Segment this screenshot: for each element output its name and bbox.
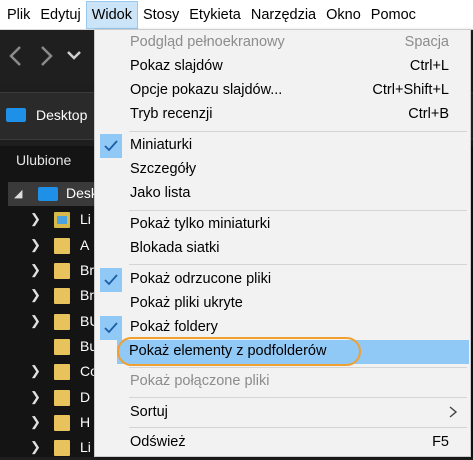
chevron-right-icon[interactable]: ❯: [30, 287, 41, 303]
forward-icon[interactable]: [36, 44, 56, 68]
chevron-right-icon[interactable]: ❯: [30, 414, 41, 430]
menu-item-as-list[interactable]: Jako lista: [96, 182, 469, 206]
tree-row-label: A: [80, 237, 90, 253]
tree-row-label: D: [80, 389, 91, 405]
panel-title[interactable]: Ulubione: [16, 152, 71, 168]
chevron-right-icon[interactable]: ❯: [30, 363, 41, 379]
tree-row-label: Br: [80, 262, 94, 278]
menu-separator: [129, 427, 467, 428]
checkmark-icon: [100, 316, 122, 340]
menu-item-review-mode[interactable]: Tryb recenzji Ctrl+B: [96, 103, 469, 127]
menu-item-shortcut: F5: [432, 434, 449, 450]
checkmark-icon: [100, 268, 122, 292]
menu-item-show-folders[interactable]: Pokaż foldery: [96, 316, 469, 340]
menu-plik[interactable]: Plik: [2, 1, 35, 29]
menu-item-label: Miniaturki: [130, 137, 193, 153]
folder-icon: [54, 288, 70, 304]
menu-item-label: Jako lista: [130, 185, 191, 201]
menu-narzedzia[interactable]: Narzędzia: [246, 1, 321, 29]
menu-item-slideshow[interactable]: Pokaz slajdów Ctrl+L: [96, 55, 469, 79]
menu-separator: [129, 131, 467, 132]
checkmark-icon: [100, 134, 122, 158]
menu-widok[interactable]: Widok: [85, 0, 138, 29]
menu-pomoc[interactable]: Pomoc: [366, 1, 421, 29]
menu-item-label: Pokaż pliki ukryte: [130, 295, 243, 311]
menubar: Plik Edytuj Widok Stosy Etykieta Narzędz…: [0, 0, 473, 30]
chevron-down-icon[interactable]: [66, 48, 86, 72]
menu-item-fullscreen-preview: Podgląd pełnoekranowy Spacja: [96, 31, 469, 55]
tree-row-label: Li: [80, 211, 91, 227]
menu-item-show-subfolder-items[interactable]: Pokaż elementy z podfolderów: [117, 340, 469, 364]
view-dropdown-menu: Podgląd pełnoekranowy Spacja Pokaz slajd…: [94, 29, 471, 457]
menu-etykieta[interactable]: Etykieta: [184, 1, 246, 29]
expanded-arrow-icon[interactable]: ◢: [14, 187, 22, 200]
menu-separator: [129, 264, 467, 265]
chevron-right-icon[interactable]: ❯: [30, 211, 41, 227]
path-label[interactable]: Desktop: [36, 107, 87, 123]
menu-item-label: Pokaż elementy z podfolderów: [129, 343, 327, 359]
menu-item-shortcut: Spacja: [404, 34, 449, 50]
menu-item-details[interactable]: Szczegóły: [96, 158, 469, 182]
menu-item-thumbnails[interactable]: Miniaturki: [96, 134, 469, 158]
desktop-icon: [38, 187, 58, 201]
submenu-arrow-icon: [447, 405, 459, 419]
menu-okno[interactable]: Okno: [321, 1, 366, 29]
menu-item-label: Opcje pokazu slajdów...: [130, 82, 283, 98]
menu-item-label: Pokaż foldery: [130, 319, 218, 335]
folder-icon: [54, 440, 70, 456]
menu-item-shortcut: Ctrl+L: [409, 58, 449, 74]
menu-item-label: Pokaż tylko miniaturki: [130, 216, 271, 232]
menu-item-label: Pokaż odrzucone pliki: [130, 271, 272, 287]
menu-item-grid-lock[interactable]: Blokada siatki: [96, 237, 469, 261]
folder-icon: [54, 364, 70, 380]
folder-icon: [54, 339, 70, 355]
menu-item-label: Blokada siatki: [130, 240, 220, 256]
menu-item-label: Odśwież: [130, 434, 186, 450]
back-icon[interactable]: [6, 44, 26, 68]
menu-item-label: Pokaz slajdów: [130, 58, 223, 74]
menu-stosy[interactable]: Stosy: [138, 1, 184, 29]
menu-item-show-rejected[interactable]: Pokaż odrzucone pliki: [96, 268, 469, 292]
chevron-right-icon[interactable]: ❯: [30, 313, 41, 329]
menu-separator: [129, 367, 467, 368]
menu-item-label: Podgląd pełnoekranowy: [130, 34, 285, 50]
menu-item-label: Sortuj: [130, 404, 168, 420]
menu-item-show-hidden[interactable]: Pokaż pliki ukryte: [96, 292, 469, 316]
tree-row-label: H: [80, 414, 91, 430]
menu-item-only-thumbnails[interactable]: Pokaż tylko miniaturki: [96, 213, 469, 237]
menu-item-label: Tryb recenzji: [130, 106, 213, 122]
menu-edytuj[interactable]: Edytuj: [35, 1, 85, 29]
folder-icon: [54, 314, 70, 330]
menu-separator: [129, 397, 467, 398]
chevron-right-icon[interactable]: ❯: [30, 262, 41, 278]
chevron-right-icon[interactable]: ❯: [30, 439, 41, 455]
tree-row-label: Li: [80, 439, 91, 455]
chevron-right-icon[interactable]: ❯: [30, 237, 41, 253]
menu-separator: [129, 210, 467, 211]
chevron-right-icon[interactable]: ❯: [30, 389, 41, 405]
menu-item-show-linked-files: Pokaż połączone pliki: [96, 370, 469, 394]
menu-item-label: Pokaż połączone pliki: [130, 373, 270, 389]
tree-row-label: Br: [80, 287, 94, 303]
desktop-icon: [6, 108, 26, 122]
menu-item-shortcut: Ctrl+B: [408, 106, 449, 122]
folder-icon: [54, 390, 70, 406]
menu-item-shortcut: Ctrl+Shift+L: [372, 82, 449, 98]
menu-item-sort[interactable]: Sortuj: [96, 401, 469, 425]
folder-icon: [54, 415, 70, 431]
folder-icon: [54, 238, 70, 254]
menu-item-refresh[interactable]: Odśwież F5: [96, 431, 469, 455]
library-folder-icon: [54, 212, 70, 228]
menu-item-slideshow-options[interactable]: Opcje pokazu slajdów... Ctrl+Shift+L: [96, 79, 469, 103]
folder-icon: [54, 263, 70, 279]
menu-item-label: Szczegóły: [130, 161, 197, 177]
